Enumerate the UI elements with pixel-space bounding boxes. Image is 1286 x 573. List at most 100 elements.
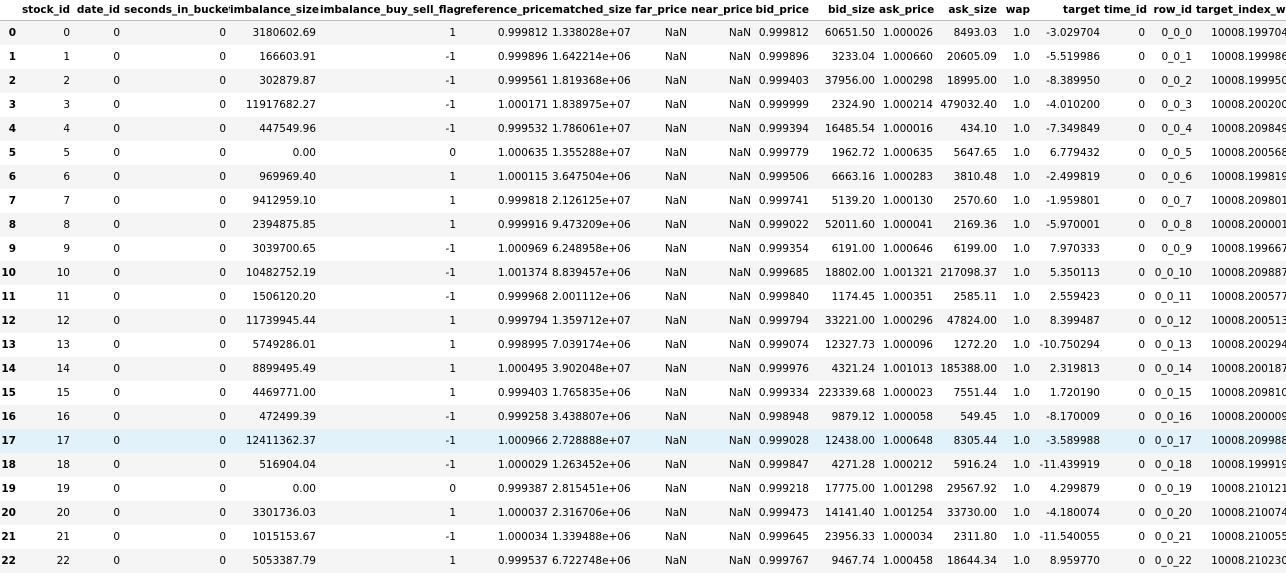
index-header (0, 0, 20, 21)
table-cell: 11917682.27 (230, 93, 320, 117)
table-cell: NaN (634, 93, 691, 117)
table-cell: 0_0_17 (1149, 429, 1196, 453)
table-cell: 3180602.69 (230, 21, 320, 46)
table-cell: NaN (634, 237, 691, 261)
table-cell: 0 (20, 21, 74, 46)
table-cell: 3039700.65 (230, 237, 320, 261)
table-cell: 1.000034 (460, 525, 552, 549)
row-index: 7 (0, 189, 20, 213)
table-cell: 0 (1104, 117, 1149, 141)
table-cell: 29567.92 (937, 477, 1001, 501)
table-cell: 2.559423 (1034, 285, 1104, 309)
table-row: 1313005749286.0110.9989957.039174e+06NaN… (0, 333, 1286, 357)
table-cell: 1.765835e+06 (552, 381, 634, 405)
table-cell: 1 (320, 381, 460, 405)
dataframe-table: stock_iddate_idseconds_in_bucketimbalanc… (0, 0, 1286, 573)
table-cell: NaN (634, 285, 691, 309)
table-row: 77009412959.1010.9998182.126125e+07NaNNa… (0, 189, 1286, 213)
table-cell: 0 (74, 429, 124, 453)
table-cell: 20 (20, 501, 74, 525)
table-cell: 8.399487 (1034, 309, 1104, 333)
table-cell: 0.999532 (460, 117, 552, 141)
table-cell: 1.0 (1001, 141, 1034, 165)
table-cell: NaN (634, 477, 691, 501)
table-cell: NaN (691, 93, 755, 117)
table-row: 2121001015153.67-11.0000341.339488e+06Na… (0, 525, 1286, 549)
table-cell: 1 (20, 45, 74, 69)
table-row: 00003180602.6910.9998121.338028e+07NaNNa… (0, 21, 1286, 46)
table-cell: 1.838975e+07 (552, 93, 634, 117)
table-cell: 1 (320, 309, 460, 333)
column-header-ask-size: ask_size (937, 0, 1001, 21)
table-cell: 1 (320, 189, 460, 213)
column-header-ask-price: ask_price (879, 0, 937, 21)
table-cell: 0.999916 (460, 213, 552, 237)
table-cell: 0.999334 (755, 381, 813, 405)
table-row: 1100166603.91-10.9998961.642214e+06NaNNa… (0, 45, 1286, 69)
table-cell: 2394875.85 (230, 213, 320, 237)
table-cell: NaN (691, 549, 755, 573)
table-cell: 10008.199704 (1196, 21, 1286, 46)
table-cell: 0.999741 (755, 189, 813, 213)
table-cell: -4.180074 (1034, 501, 1104, 525)
table-cell: 0_0_18 (1149, 453, 1196, 477)
table-row: 4400447549.96-10.9995321.786061e+07NaNNa… (0, 117, 1286, 141)
table-cell: 4469771.00 (230, 381, 320, 405)
table-cell: 0 (1104, 453, 1149, 477)
table-cell: 0 (1104, 69, 1149, 93)
row-index: 1 (0, 45, 20, 69)
table-cell: 0 (1104, 381, 1149, 405)
table-cell: NaN (691, 45, 755, 69)
table-row: 181800516904.04-11.0000291.263452e+06NaN… (0, 453, 1286, 477)
table-cell: 4271.28 (813, 453, 879, 477)
table-cell: 1.001321 (879, 261, 937, 285)
table-cell: NaN (634, 165, 691, 189)
row-index: 18 (0, 453, 20, 477)
table-cell: 0_0_3 (1149, 93, 1196, 117)
table-cell: 2.728888e+07 (552, 429, 634, 453)
table-cell: 1.000283 (879, 165, 937, 189)
table-cell: NaN (691, 453, 755, 477)
table-cell: 1015153.67 (230, 525, 320, 549)
table-cell: -3.589988 (1034, 429, 1104, 453)
table-cell: 1.0 (1001, 357, 1034, 381)
table-cell: 1.338028e+07 (552, 21, 634, 46)
table-cell: 10008.210074 (1196, 501, 1286, 525)
table-cell: 1.355288e+07 (552, 141, 634, 165)
table-cell: -11.540055 (1034, 525, 1104, 549)
table-header: stock_iddate_idseconds_in_bucketimbalanc… (0, 0, 1286, 21)
table-cell: 0 (1104, 21, 1149, 46)
table-cell: 0.999403 (755, 69, 813, 93)
table-cell: 4.299879 (1034, 477, 1104, 501)
table-cell: 12 (20, 309, 74, 333)
table-cell: 969969.40 (230, 165, 320, 189)
table-cell: 0.999896 (755, 45, 813, 69)
table-cell: 8 (20, 213, 74, 237)
table-cell: 1 (320, 333, 460, 357)
table-cell: 5749286.01 (230, 333, 320, 357)
table-cell: 1.0 (1001, 69, 1034, 93)
table-cell: 0.999840 (755, 285, 813, 309)
table-cell: 0 (74, 189, 124, 213)
table-cell: 0 (124, 189, 230, 213)
table-cell: NaN (691, 285, 755, 309)
table-cell: 1 (320, 213, 460, 237)
table-cell: 1.0 (1001, 525, 1034, 549)
table-cell: 0.999779 (755, 141, 813, 165)
table-cell: 0 (124, 213, 230, 237)
table-cell: 3233.04 (813, 45, 879, 69)
table-row: 2200302879.87-10.9995611.819368e+06NaNNa… (0, 69, 1286, 93)
table-cell: NaN (634, 333, 691, 357)
table-cell: 1.263452e+06 (552, 453, 634, 477)
table-cell: 0_0_7 (1149, 189, 1196, 213)
table-cell: NaN (691, 237, 755, 261)
table-cell: 0_0_2 (1149, 69, 1196, 93)
column-header-date-id: date_id (74, 0, 124, 21)
table-cell: 2.815451e+06 (552, 477, 634, 501)
table-cell: 2.126125e+07 (552, 189, 634, 213)
table-cell: 33730.00 (937, 501, 1001, 525)
table-cell: 0 (124, 261, 230, 285)
row-index: 2 (0, 69, 20, 93)
table-cell: 0.999218 (755, 477, 813, 501)
table-cell: 0 (74, 525, 124, 549)
